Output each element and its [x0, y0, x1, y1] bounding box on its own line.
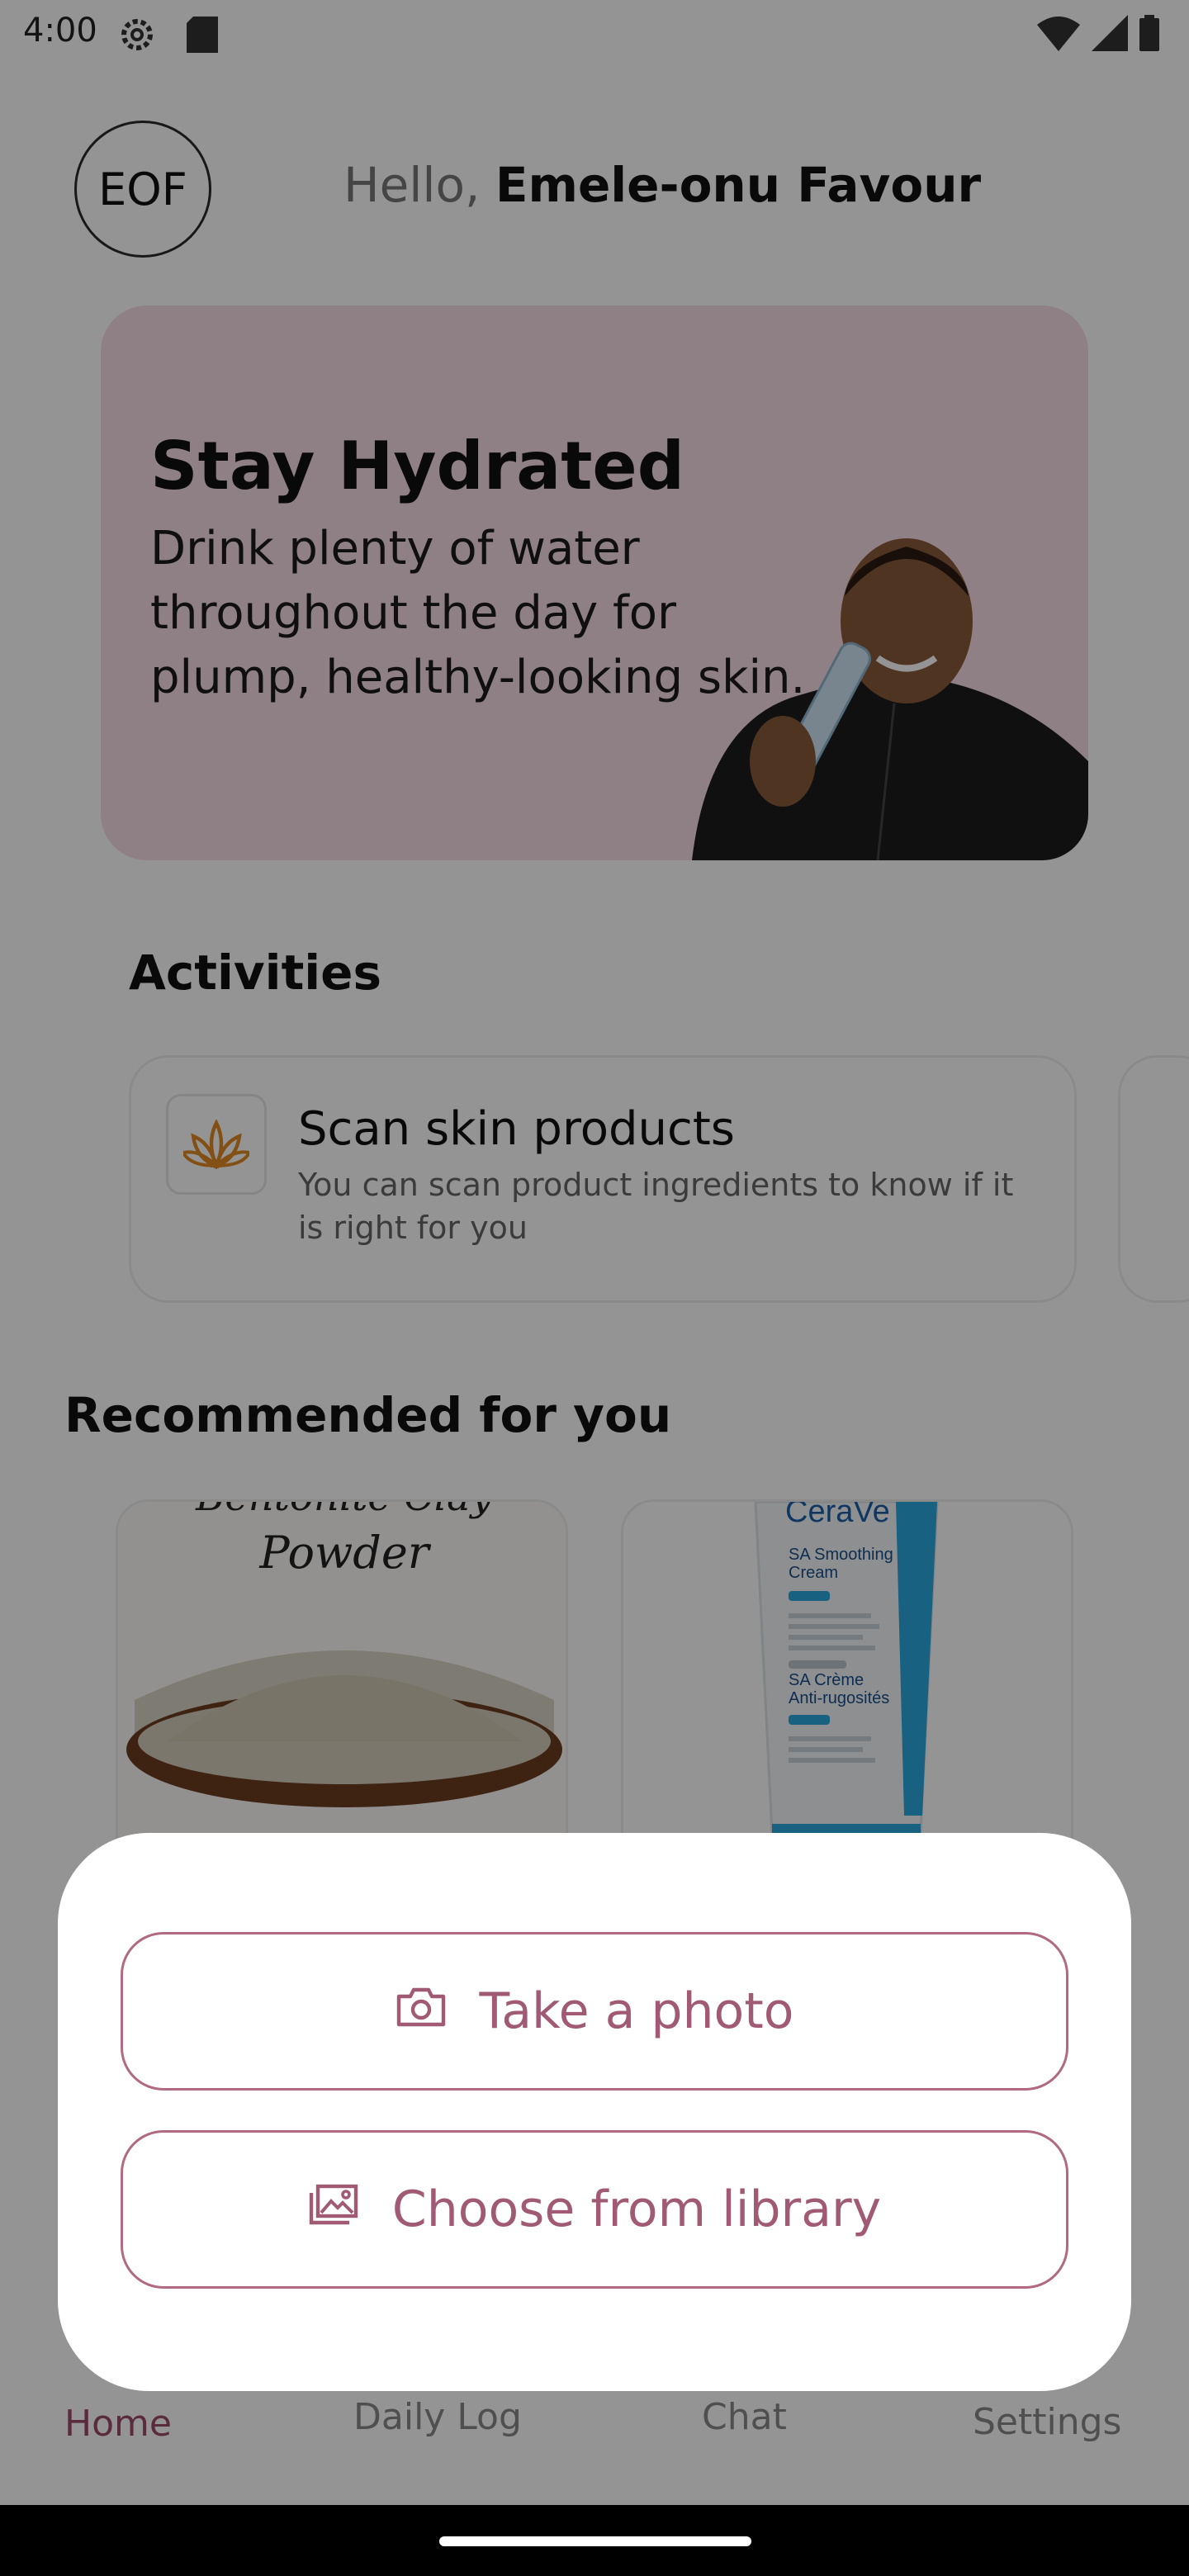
choose-from-library-button[interactable]: Choose from library: [121, 2130, 1068, 2289]
image-source-sheet: Take a photo Choose from library: [58, 1833, 1131, 2391]
choose-from-library-label: Choose from library: [391, 2181, 882, 2238]
system-navigation-bar: [0, 2505, 1189, 2576]
take-photo-button[interactable]: Take a photo: [121, 1932, 1068, 2091]
take-photo-label: Take a photo: [479, 1982, 794, 2040]
camera-icon: [396, 1982, 447, 2040]
gallery-icon: [308, 2181, 359, 2238]
home-gesture-handle[interactable]: [439, 2536, 751, 2546]
